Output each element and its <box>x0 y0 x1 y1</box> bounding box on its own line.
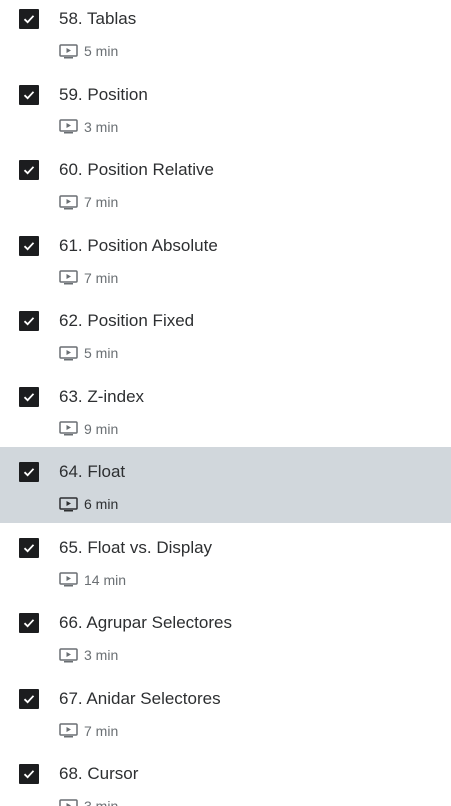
lecture-duration: 6 min <box>84 496 119 512</box>
lecture-meta: 5 min <box>59 344 118 362</box>
video-play-icon <box>59 572 78 587</box>
completed-checkbox[interactable] <box>19 688 39 709</box>
video-play-icon <box>59 345 78 361</box>
lecture-item[interactable]: 67. Anidar Selectores 7 min <box>0 674 451 750</box>
completed-checkbox[interactable] <box>19 235 39 256</box>
completed-checkbox[interactable] <box>19 613 39 633</box>
completed-checkbox[interactable] <box>19 537 39 558</box>
completed-checkbox[interactable] <box>19 386 39 407</box>
lecture-duration: 7 min <box>84 269 119 286</box>
lecture-meta: 3 min <box>59 797 118 806</box>
lecture-meta: 7 min <box>59 269 118 287</box>
lecture-duration: 3 min <box>84 118 119 135</box>
completed-checkbox[interactable] <box>19 160 39 180</box>
lecture-meta: 3 min <box>59 118 118 136</box>
lecture-duration: 14 min <box>84 571 127 588</box>
lecture-title: 64. Float <box>59 462 126 481</box>
lecture-title: 59. Position <box>59 84 148 104</box>
lecture-meta: 3 min <box>59 646 118 664</box>
lecture-item[interactable]: 60. Position Relative 7 min <box>0 145 451 221</box>
lecture-title: 60. Position Relative <box>59 160 214 179</box>
lecture-item[interactable]: 59. Position 3 min <box>0 70 451 146</box>
checkmark-icon <box>23 770 35 779</box>
video-play-icon <box>59 119 78 134</box>
checkmark-icon <box>23 392 35 401</box>
lecture-title: 66. Agrupar Selectores <box>59 613 232 632</box>
video-play-icon <box>59 194 78 210</box>
checkmark-icon <box>23 166 35 175</box>
lecture-title: 62. Position Fixed <box>59 311 195 330</box>
lecture-duration: 5 min <box>84 43 119 59</box>
lecture-item[interactable]: 58. Tablas 5 min <box>0 0 451 70</box>
lecture-duration: 3 min <box>84 647 119 663</box>
lecture-duration: 9 min <box>84 420 119 437</box>
lecture-title: 58. Tablas <box>59 9 137 28</box>
video-play-icon <box>59 270 78 285</box>
lecture-meta: 5 min <box>59 42 118 60</box>
lecture-meta: 6 min <box>59 495 118 513</box>
lecture-title: 61. Position Absolute <box>59 235 218 255</box>
checkmark-icon <box>23 241 35 250</box>
lecture-title: 65. Float vs. Display <box>59 537 213 557</box>
lecture-title: 68. Cursor <box>59 764 139 783</box>
video-play-icon <box>59 723 78 738</box>
completed-checkbox[interactable] <box>19 462 39 482</box>
video-play-icon <box>59 496 78 512</box>
lecture-duration: 7 min <box>84 194 119 210</box>
checkmark-icon <box>23 15 35 24</box>
video-play-icon <box>59 43 78 59</box>
checkmark-icon <box>23 694 35 703</box>
lecture-title: 63. Z-index <box>59 386 145 406</box>
completed-checkbox[interactable] <box>19 311 39 331</box>
lecture-item-active[interactable]: 64. Float 6 min <box>0 447 451 523</box>
lecture-meta: 7 min <box>59 722 118 740</box>
lecture-item[interactable]: 62. Position Fixed 5 min <box>0 296 451 372</box>
lecture-meta: 14 min <box>59 571 126 589</box>
lecture-meta: 9 min <box>59 420 118 438</box>
checkmark-icon <box>23 90 35 99</box>
video-play-icon <box>59 421 78 436</box>
video-play-icon <box>59 798 78 806</box>
completed-checkbox[interactable] <box>19 9 39 29</box>
lecture-title: 67. Anidar Selectores <box>59 688 221 708</box>
checkmark-icon <box>23 543 35 552</box>
lecture-item[interactable]: 61. Position Absolute 7 min <box>0 221 451 297</box>
completed-checkbox[interactable] <box>19 84 39 105</box>
lecture-list: 58. Tablas 5 min 59. Position 3 min 60. … <box>0 0 451 806</box>
lecture-item[interactable]: 68. Cursor 3 min <box>0 749 451 806</box>
checkmark-icon <box>23 317 35 326</box>
checkmark-icon <box>23 468 35 477</box>
completed-checkbox[interactable] <box>19 764 39 784</box>
lecture-item[interactable]: 63. Z-index 9 min <box>0 372 451 448</box>
lecture-duration: 5 min <box>84 345 119 361</box>
lecture-meta: 7 min <box>59 193 118 211</box>
checkmark-icon <box>23 619 35 628</box>
lecture-duration: 3 min <box>84 798 119 806</box>
lecture-item[interactable]: 66. Agrupar Selectores 3 min <box>0 598 451 674</box>
lecture-duration: 7 min <box>84 722 119 739</box>
video-play-icon <box>59 647 78 663</box>
lecture-item[interactable]: 65. Float vs. Display 14 min <box>0 523 451 599</box>
